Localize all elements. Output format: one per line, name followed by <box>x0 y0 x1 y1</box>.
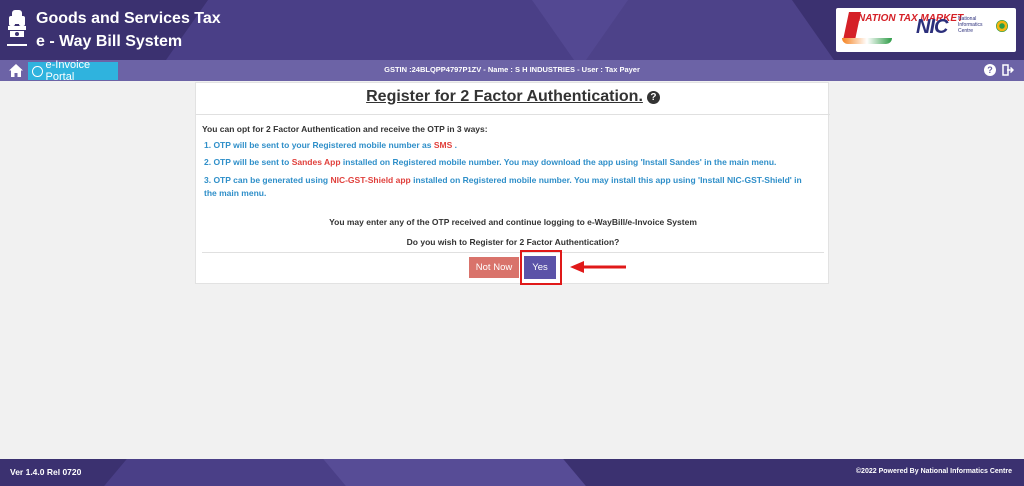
otp-method-sms: 1. OTP will be sent to your Registered m… <box>204 140 458 150</box>
nic-emblem-icon <box>996 20 1008 32</box>
intro-text: You can opt for 2 Factor Authentication … <box>202 124 488 134</box>
powered-by-label: ©2022 Powered By National Informatics Ce… <box>855 468 1012 475</box>
divider <box>196 114 830 115</box>
footer-decoration <box>314 459 606 486</box>
two-factor-card: Register for 2 Factor Authentication.? Y… <box>195 82 830 285</box>
page-title-text: Register for 2 Factor Authentication. <box>366 88 643 105</box>
app-title: Goods and Services Tax <box>36 10 221 27</box>
top-navbar: e-Invoice Portal GSTIN :24BLQPP4797P1ZV … <box>0 59 1024 83</box>
sandes-highlight: Sandes App <box>291 157 341 167</box>
nic-logo: NIC <box>916 16 948 38</box>
nic-caption: National Informatics Centre <box>958 16 983 34</box>
red-arrow-icon <box>570 261 626 273</box>
page-title: Register for 2 Factor Authentication.? <box>196 88 830 106</box>
app-subtitle: e - Way Bill System <box>36 33 183 50</box>
user-info: GSTIN :24BLQPP4797P1ZV - Name : S H INDU… <box>384 65 640 74</box>
partner-logos: NATION TAX MARKET NIC National Informati… <box>836 8 1016 52</box>
otp-note: You may enter any of the OTP received an… <box>329 217 697 227</box>
tricolor-swoosh <box>842 38 892 44</box>
not-now-button[interactable]: Not Now <box>469 257 519 278</box>
logout-icon[interactable] <box>1002 64 1014 76</box>
otp-method-sandes: 2. OTP will be sent to Sandes App instal… <box>204 157 777 167</box>
divider <box>202 252 824 253</box>
register-question: Do you wish to Register for 2 Factor Aut… <box>406 237 620 247</box>
shield-highlight: NIC-GST-Shield app <box>330 175 411 185</box>
app-footer: Ver 1.4.0 Rel 0720 ©2022 Powered By Nati… <box>0 459 1024 486</box>
help-icon[interactable]: ? <box>984 64 996 76</box>
otp-method-shield: 3. OTP can be generated using NIC-GST-Sh… <box>204 175 802 198</box>
app-header: Goods and Services Tax e - Way Bill Syst… <box>0 0 1024 60</box>
question-circle-icon[interactable]: ? <box>646 91 660 104</box>
sms-highlight: SMS <box>433 140 453 150</box>
yes-button[interactable]: Yes <box>524 256 556 279</box>
version-label: Ver 1.4.0 Rel 0720 <box>10 467 82 477</box>
header-decoration <box>517 0 863 60</box>
national-emblem-icon <box>7 10 27 46</box>
